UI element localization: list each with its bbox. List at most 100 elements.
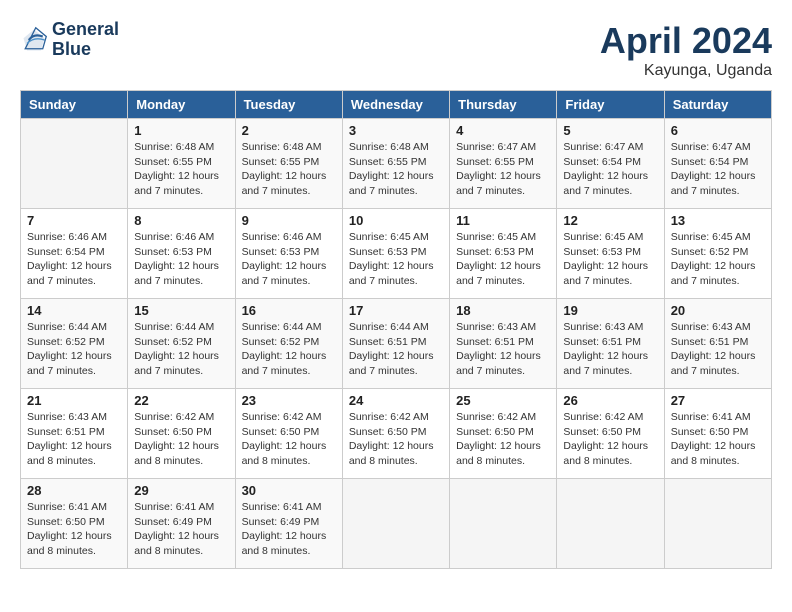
day-number: 14 bbox=[27, 303, 121, 318]
day-number: 4 bbox=[456, 123, 550, 138]
day-info: Sunrise: 6:45 AM Sunset: 6:52 PM Dayligh… bbox=[671, 230, 765, 289]
day-info: Sunrise: 6:43 AM Sunset: 6:51 PM Dayligh… bbox=[563, 320, 657, 379]
weekday-header: Thursday bbox=[450, 91, 557, 119]
logo-icon bbox=[20, 26, 48, 54]
day-info: Sunrise: 6:45 AM Sunset: 6:53 PM Dayligh… bbox=[456, 230, 550, 289]
calendar-cell: 16Sunrise: 6:44 AM Sunset: 6:52 PM Dayli… bbox=[235, 299, 342, 389]
calendar-cell: 4 Sunrise: 6:47 AM Sunset: 6:55 PM Daylig… bbox=[450, 119, 557, 209]
day-info: Sunrise: 6:42 AM Sunset: 6:50 PM Dayligh… bbox=[134, 410, 228, 469]
day-number: 5 bbox=[563, 123, 657, 138]
day-number: 24 bbox=[349, 393, 443, 408]
day-info: Sunrise: 6:42 AM Sunset: 6:50 PM Dayligh… bbox=[242, 410, 336, 469]
day-number: 25 bbox=[456, 393, 550, 408]
calendar-cell: 8Sunrise: 6:46 AM Sunset: 6:53 PM Daylig… bbox=[128, 209, 235, 299]
day-number: 13 bbox=[671, 213, 765, 228]
calendar-cell: 9 Sunrise: 6:46 AM Sunset: 6:53 PM Daylig… bbox=[235, 209, 342, 299]
day-number: 29 bbox=[134, 483, 228, 498]
day-info: Sunrise: 6:47 AM Sunset: 6:54 PM Dayligh… bbox=[563, 140, 657, 199]
calendar-week-row: 1 Sunrise: 6:48 AM Sunset: 6:55 PM Daylig… bbox=[21, 119, 772, 209]
day-info: Sunrise: 6:47 AM Sunset: 6:55 PM Dayligh… bbox=[456, 140, 550, 199]
calendar-cell: 24 Sunrise: 6:42 AM Sunset: 6:50 PM Dayli… bbox=[342, 389, 449, 479]
day-info: Sunrise: 6:42 AM Sunset: 6:50 PM Dayligh… bbox=[563, 410, 657, 469]
calendar-cell: 15 Sunrise: 6:44 AM Sunset: 6:52 PM Dayli… bbox=[128, 299, 235, 389]
calendar-week-row: 28 Sunrise: 6:41 AM Sunset: 6:50 PM Dayli… bbox=[21, 479, 772, 569]
header-row: SundayMondayTuesdayWednesdayThursdayFrid… bbox=[21, 91, 772, 119]
calendar-cell: 17 Sunrise: 6:44 AM Sunset: 6:51 PM Dayli… bbox=[342, 299, 449, 389]
day-info: Sunrise: 6:43 AM Sunset: 6:51 PM Dayligh… bbox=[27, 410, 121, 469]
calendar-cell bbox=[557, 479, 664, 569]
weekday-header: Friday bbox=[557, 91, 664, 119]
logo: General Blue bbox=[20, 20, 119, 60]
day-info: Sunrise: 6:44 AM Sunset: 6:52 PM Dayligh… bbox=[27, 320, 121, 379]
day-number: 16 bbox=[242, 303, 336, 318]
calendar-cell bbox=[450, 479, 557, 569]
month-title: April 2024 bbox=[600, 20, 772, 62]
weekday-header: Saturday bbox=[664, 91, 771, 119]
day-info: Sunrise: 6:48 AM Sunset: 6:55 PM Dayligh… bbox=[242, 140, 336, 199]
day-number: 26 bbox=[563, 393, 657, 408]
day-number: 12 bbox=[563, 213, 657, 228]
day-info: Sunrise: 6:45 AM Sunset: 6:53 PM Dayligh… bbox=[563, 230, 657, 289]
weekday-header: Wednesday bbox=[342, 91, 449, 119]
day-number: 3 bbox=[349, 123, 443, 138]
day-number: 21 bbox=[27, 393, 121, 408]
calendar-cell bbox=[664, 479, 771, 569]
calendar-cell: 30Sunrise: 6:41 AM Sunset: 6:49 PM Dayli… bbox=[235, 479, 342, 569]
day-number: 27 bbox=[671, 393, 765, 408]
day-number: 7 bbox=[27, 213, 121, 228]
day-number: 17 bbox=[349, 303, 443, 318]
day-info: Sunrise: 6:46 AM Sunset: 6:53 PM Dayligh… bbox=[134, 230, 228, 289]
calendar-cell: 2Sunrise: 6:48 AM Sunset: 6:55 PM Daylig… bbox=[235, 119, 342, 209]
day-info: Sunrise: 6:43 AM Sunset: 6:51 PM Dayligh… bbox=[456, 320, 550, 379]
calendar-cell: 29 Sunrise: 6:41 AM Sunset: 6:49 PM Dayli… bbox=[128, 479, 235, 569]
page-header: General Blue April 2024 Kayunga, Uganda bbox=[20, 20, 772, 80]
day-number: 11 bbox=[456, 213, 550, 228]
day-number: 28 bbox=[27, 483, 121, 498]
day-info: Sunrise: 6:44 AM Sunset: 6:51 PM Dayligh… bbox=[349, 320, 443, 379]
day-number: 20 bbox=[671, 303, 765, 318]
day-info: Sunrise: 6:48 AM Sunset: 6:55 PM Dayligh… bbox=[349, 140, 443, 199]
calendar-cell: 11 Sunrise: 6:45 AM Sunset: 6:53 PM Dayli… bbox=[450, 209, 557, 299]
calendar-cell: 22Sunrise: 6:42 AM Sunset: 6:50 PM Dayli… bbox=[128, 389, 235, 479]
calendar-cell bbox=[342, 479, 449, 569]
calendar-cell: 19 Sunrise: 6:43 AM Sunset: 6:51 PM Dayli… bbox=[557, 299, 664, 389]
day-info: Sunrise: 6:41 AM Sunset: 6:49 PM Dayligh… bbox=[242, 500, 336, 559]
calendar-cell: 12 Sunrise: 6:45 AM Sunset: 6:53 PM Dayli… bbox=[557, 209, 664, 299]
day-number: 15 bbox=[134, 303, 228, 318]
weekday-header: Sunday bbox=[21, 91, 128, 119]
calendar-cell: 26 Sunrise: 6:42 AM Sunset: 6:50 PM Dayli… bbox=[557, 389, 664, 479]
day-number: 18 bbox=[456, 303, 550, 318]
day-info: Sunrise: 6:42 AM Sunset: 6:50 PM Dayligh… bbox=[349, 410, 443, 469]
logo-text: General Blue bbox=[52, 20, 119, 60]
day-info: Sunrise: 6:44 AM Sunset: 6:52 PM Dayligh… bbox=[134, 320, 228, 379]
location: Kayunga, Uganda bbox=[600, 62, 772, 80]
calendar-week-row: 7Sunrise: 6:46 AM Sunset: 6:54 PM Daylig… bbox=[21, 209, 772, 299]
day-number: 19 bbox=[563, 303, 657, 318]
day-number: 9 bbox=[242, 213, 336, 228]
calendar-cell: 3 Sunrise: 6:48 AM Sunset: 6:55 PM Daylig… bbox=[342, 119, 449, 209]
day-info: Sunrise: 6:41 AM Sunset: 6:50 PM Dayligh… bbox=[27, 500, 121, 559]
calendar-cell: 6Sunrise: 6:47 AM Sunset: 6:54 PM Daylig… bbox=[664, 119, 771, 209]
calendar-cell: 23 Sunrise: 6:42 AM Sunset: 6:50 PM Dayli… bbox=[235, 389, 342, 479]
day-info: Sunrise: 6:46 AM Sunset: 6:53 PM Dayligh… bbox=[242, 230, 336, 289]
calendar-cell: 25 Sunrise: 6:42 AM Sunset: 6:50 PM Dayli… bbox=[450, 389, 557, 479]
day-info: Sunrise: 6:48 AM Sunset: 6:55 PM Dayligh… bbox=[134, 140, 228, 199]
calendar-cell: 7Sunrise: 6:46 AM Sunset: 6:54 PM Daylig… bbox=[21, 209, 128, 299]
calendar-cell: 20 Sunrise: 6:43 AM Sunset: 6:51 PM Dayli… bbox=[664, 299, 771, 389]
calendar-cell: 14 Sunrise: 6:44 AM Sunset: 6:52 PM Dayli… bbox=[21, 299, 128, 389]
calendar-cell: 5 Sunrise: 6:47 AM Sunset: 6:54 PM Daylig… bbox=[557, 119, 664, 209]
calendar-cell: 1 Sunrise: 6:48 AM Sunset: 6:55 PM Daylig… bbox=[128, 119, 235, 209]
day-info: Sunrise: 6:43 AM Sunset: 6:51 PM Dayligh… bbox=[671, 320, 765, 379]
calendar-cell: 13 Sunrise: 6:45 AM Sunset: 6:52 PM Dayli… bbox=[664, 209, 771, 299]
day-number: 23 bbox=[242, 393, 336, 408]
day-info: Sunrise: 6:41 AM Sunset: 6:49 PM Dayligh… bbox=[134, 500, 228, 559]
day-number: 1 bbox=[134, 123, 228, 138]
day-number: 10 bbox=[349, 213, 443, 228]
calendar-table: SundayMondayTuesdayWednesdayThursdayFrid… bbox=[20, 90, 772, 569]
calendar-cell: 28 Sunrise: 6:41 AM Sunset: 6:50 PM Dayli… bbox=[21, 479, 128, 569]
calendar-cell: 18 Sunrise: 6:43 AM Sunset: 6:51 PM Dayli… bbox=[450, 299, 557, 389]
weekday-header: Monday bbox=[128, 91, 235, 119]
calendar-week-row: 14 Sunrise: 6:44 AM Sunset: 6:52 PM Dayli… bbox=[21, 299, 772, 389]
day-info: Sunrise: 6:42 AM Sunset: 6:50 PM Dayligh… bbox=[456, 410, 550, 469]
calendar-cell: 21 Sunrise: 6:43 AM Sunset: 6:51 PM Dayli… bbox=[21, 389, 128, 479]
